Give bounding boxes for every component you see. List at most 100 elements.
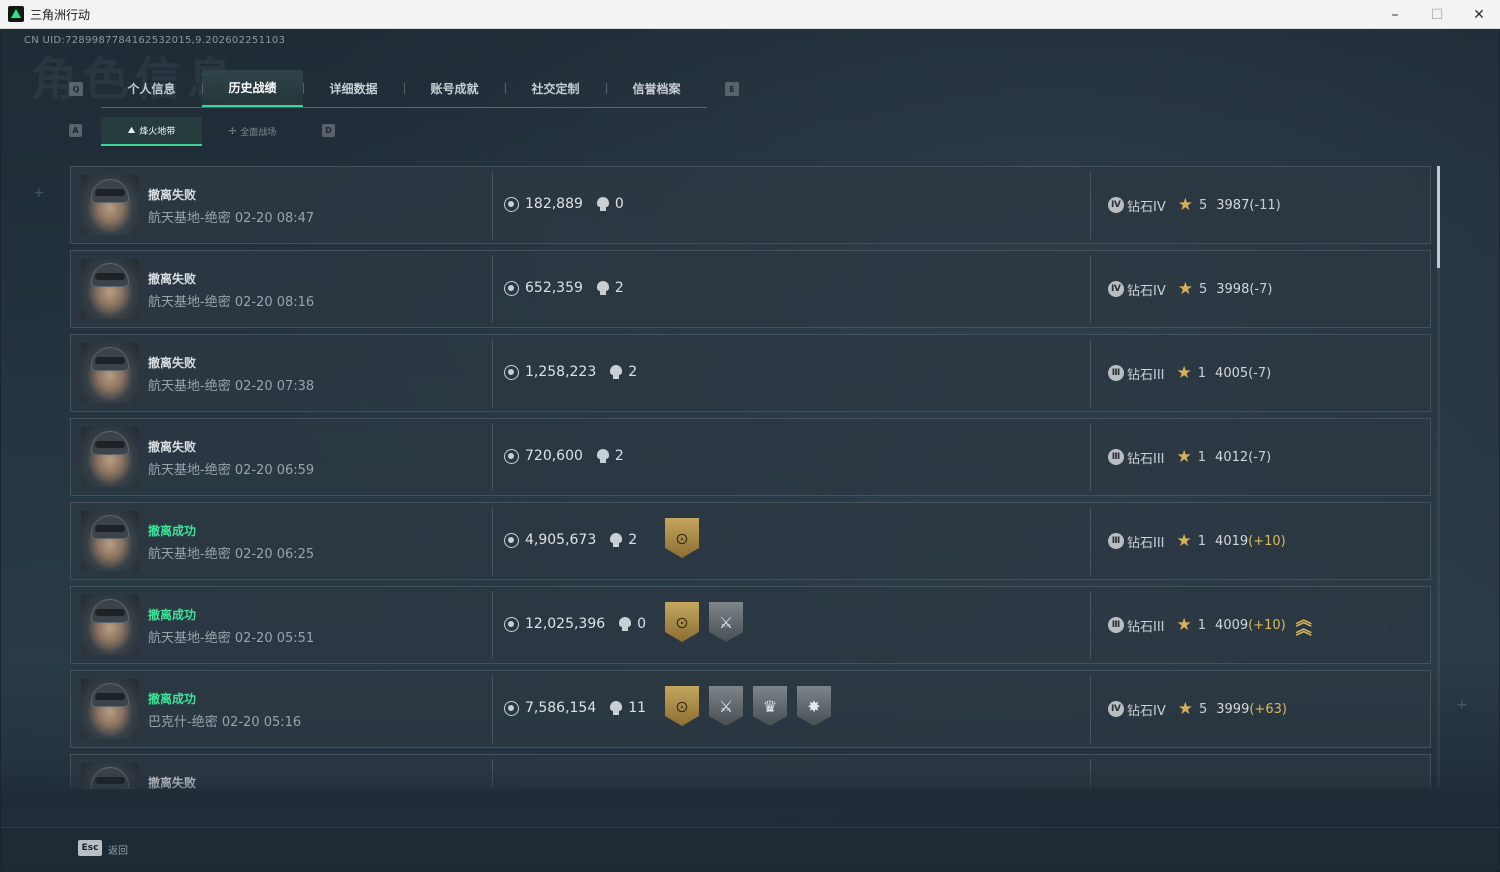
match-record-row[interactable]: 撤离成功 航天基地-绝密 02-20 06:25 4,905,673 2 ⊙ Ⅲ 钻石III… bbox=[70, 502, 1431, 580]
tab-1[interactable]: 历史战绩 bbox=[202, 70, 303, 107]
rank-stars: 5 bbox=[1198, 281, 1208, 297]
kill-count: 2 bbox=[628, 532, 638, 548]
rank-score: 4005 bbox=[1215, 365, 1249, 381]
maximize-button[interactable]: ☐ bbox=[1416, 0, 1458, 29]
rank-name: 钻石IV bbox=[1127, 283, 1166, 299]
star-icon: ★ bbox=[1176, 615, 1192, 635]
column-divider bbox=[1090, 339, 1091, 407]
operator-avatar bbox=[81, 259, 139, 319]
match-record-row[interactable]: 撤离成功 巴克什-绝密 02-20 05:16 7,586,154 11 ⊙ ⚔ ♛ ✸ Ⅳ 钻石… bbox=[70, 670, 1431, 748]
app-logo-icon bbox=[8, 6, 24, 22]
rank-info: Ⅲ 钻石III ★ 1 4019 (+10) bbox=[1108, 531, 1286, 551]
rank-score: 4009 bbox=[1215, 617, 1249, 633]
tab-5[interactable]: 信誉档案 bbox=[606, 70, 707, 107]
achievement-badge-icon[interactable]: ⚔ bbox=[709, 686, 743, 726]
map-and-time: 航天基地-绝密 02-20 08:47 bbox=[148, 211, 315, 226]
rank-score: 3999 bbox=[1216, 701, 1250, 717]
match-record-row[interactable]: 撤离失败 航天基地-绝密 02-20 06:59 720,600 2 Ⅲ 钻石III ★ 1 4… bbox=[70, 418, 1431, 496]
coin-icon bbox=[504, 700, 519, 716]
rank-info: Ⅲ 钻石III ★ 1 4005 (-7) bbox=[1108, 363, 1271, 383]
achievement-badge-icon[interactable]: ♛ bbox=[753, 686, 787, 726]
extraction-result: 撤离失败 bbox=[148, 356, 197, 370]
column-divider bbox=[492, 675, 493, 743]
coin-icon bbox=[504, 532, 519, 548]
rank-stars: 5 bbox=[1198, 197, 1208, 213]
rank-score: 3998 bbox=[1216, 281, 1250, 297]
column-divider bbox=[1090, 675, 1091, 743]
rank-stars: 1 bbox=[1197, 617, 1207, 633]
prev-subtab-key-hint[interactable]: A bbox=[69, 124, 82, 137]
next-tab-key-hint[interactable]: E bbox=[725, 82, 739, 96]
skull-icon bbox=[596, 449, 609, 463]
coin-icon bbox=[504, 280, 519, 296]
rank-name: 钻石III bbox=[1127, 535, 1165, 551]
prev-tab-key-hint[interactable]: Q bbox=[69, 82, 83, 96]
achievement-badge-icon[interactable]: ⚔ bbox=[709, 602, 743, 642]
rank-name: 钻石IV bbox=[1127, 199, 1166, 215]
rank-info: Ⅳ 钻石IV ★ 5 3987 (-11) bbox=[1108, 195, 1281, 215]
match-record-row[interactable]: 撤离失败 航天基地-绝密 02-20 07:38 1,258,223 2 Ⅲ 钻石III ★… bbox=[70, 334, 1431, 412]
skull-icon bbox=[596, 281, 609, 295]
rank-tier-icon: Ⅲ bbox=[1108, 365, 1124, 381]
kill-count: 11 bbox=[628, 700, 647, 716]
column-divider bbox=[492, 507, 493, 575]
score-delta: (+10) bbox=[1248, 617, 1286, 633]
skull-icon bbox=[610, 533, 623, 547]
rank-score: 3987 bbox=[1216, 197, 1250, 213]
goggles-shape bbox=[95, 525, 125, 532]
column-divider bbox=[1090, 591, 1091, 659]
minimize-button[interactable]: – bbox=[1374, 0, 1416, 29]
extracted-value: 1,258,223 bbox=[525, 364, 597, 380]
skull-icon bbox=[619, 617, 632, 631]
tab-2[interactable]: 详细数据 bbox=[303, 70, 404, 107]
match-record-row[interactable]: 撤离成功 航天基地-绝密 02-20 05:51 12,025,396 0 ⊙ ⚔ Ⅲ 钻石I… bbox=[70, 586, 1431, 664]
gold-medal-icon[interactable]: ⊙ bbox=[665, 686, 699, 726]
star-icon: ★ bbox=[1176, 531, 1192, 551]
loot-stats: 1,258,223 2 bbox=[504, 364, 637, 380]
goggles-shape bbox=[95, 189, 125, 196]
subtab-1[interactable]: ✢ 全面战场 bbox=[202, 117, 303, 146]
list-scrollbar[interactable] bbox=[1437, 166, 1440, 789]
skull-icon bbox=[596, 197, 609, 211]
extracted-value: 7,586,154 bbox=[525, 700, 597, 716]
goggles-shape bbox=[95, 693, 125, 700]
tab-3[interactable]: 账号成就 bbox=[404, 70, 505, 107]
loot-stats: 182,889 0 bbox=[504, 196, 624, 212]
tab-4[interactable]: 社交定制 bbox=[505, 70, 606, 107]
esc-key-hint[interactable]: Esc bbox=[78, 840, 102, 856]
rank-tier-icon: Ⅳ bbox=[1108, 281, 1124, 297]
rank-up-chevron-icon: ︽ ︽ bbox=[1295, 610, 1312, 638]
operator-avatar bbox=[81, 595, 139, 655]
match-badges: ⊙ ⚔ ♛ ✸ bbox=[665, 686, 831, 726]
match-record-row[interactable]: 撤离失败 航天基地-绝密 02-20 08:16 652,359 2 Ⅳ 钻石IV ★ 5 39… bbox=[70, 250, 1431, 328]
back-label[interactable]: 返回 bbox=[108, 842, 128, 857]
operator-avatar bbox=[81, 175, 139, 235]
extracted-value: 182,889 bbox=[525, 196, 583, 212]
match-history-list: 撤离失败 航天基地-绝密 02-20 08:47 182,889 0 Ⅳ 钻石IV ★ 5 39… bbox=[70, 166, 1432, 789]
close-button[interactable]: ✕ bbox=[1458, 0, 1500, 29]
match-record-row[interactable]: 撤离失败 航天基地-绝密 02-20 08:47 182,889 0 Ⅳ 钻石IV ★ 5 39… bbox=[70, 166, 1431, 244]
gold-medal-icon[interactable]: ⊙ bbox=[665, 518, 699, 558]
operator-avatar bbox=[81, 343, 139, 403]
coin-icon bbox=[504, 448, 519, 464]
tab-0[interactable]: 个人信息 bbox=[101, 70, 202, 107]
column-divider bbox=[492, 423, 493, 491]
extracted-value: 652,359 bbox=[525, 280, 583, 296]
kill-count: 2 bbox=[614, 448, 624, 464]
coin-icon bbox=[504, 616, 519, 632]
column-divider bbox=[492, 591, 493, 659]
extraction-result: 撤离失败 bbox=[148, 188, 197, 202]
kill-count: 2 bbox=[614, 280, 624, 296]
extracted-value: 720,600 bbox=[525, 448, 583, 464]
extraction-result: 撤离成功 bbox=[148, 524, 197, 538]
achievement-badge-icon[interactable]: ✸ bbox=[797, 686, 831, 726]
rank-score: 4019 bbox=[1215, 533, 1249, 549]
extraction-result: 撤离成功 bbox=[148, 692, 197, 706]
loot-stats: 652,359 2 bbox=[504, 280, 624, 296]
next-subtab-key-hint[interactable]: D bbox=[322, 124, 335, 137]
scrollbar-thumb[interactable] bbox=[1437, 166, 1440, 268]
gold-medal-icon[interactable]: ⊙ bbox=[665, 602, 699, 642]
subtab-0[interactable]: ⛰ 烽火地带 bbox=[101, 117, 202, 146]
rank-score: 4012 bbox=[1215, 449, 1249, 465]
map-and-time: 航天基地-绝密 02-20 06:25 bbox=[148, 547, 315, 562]
